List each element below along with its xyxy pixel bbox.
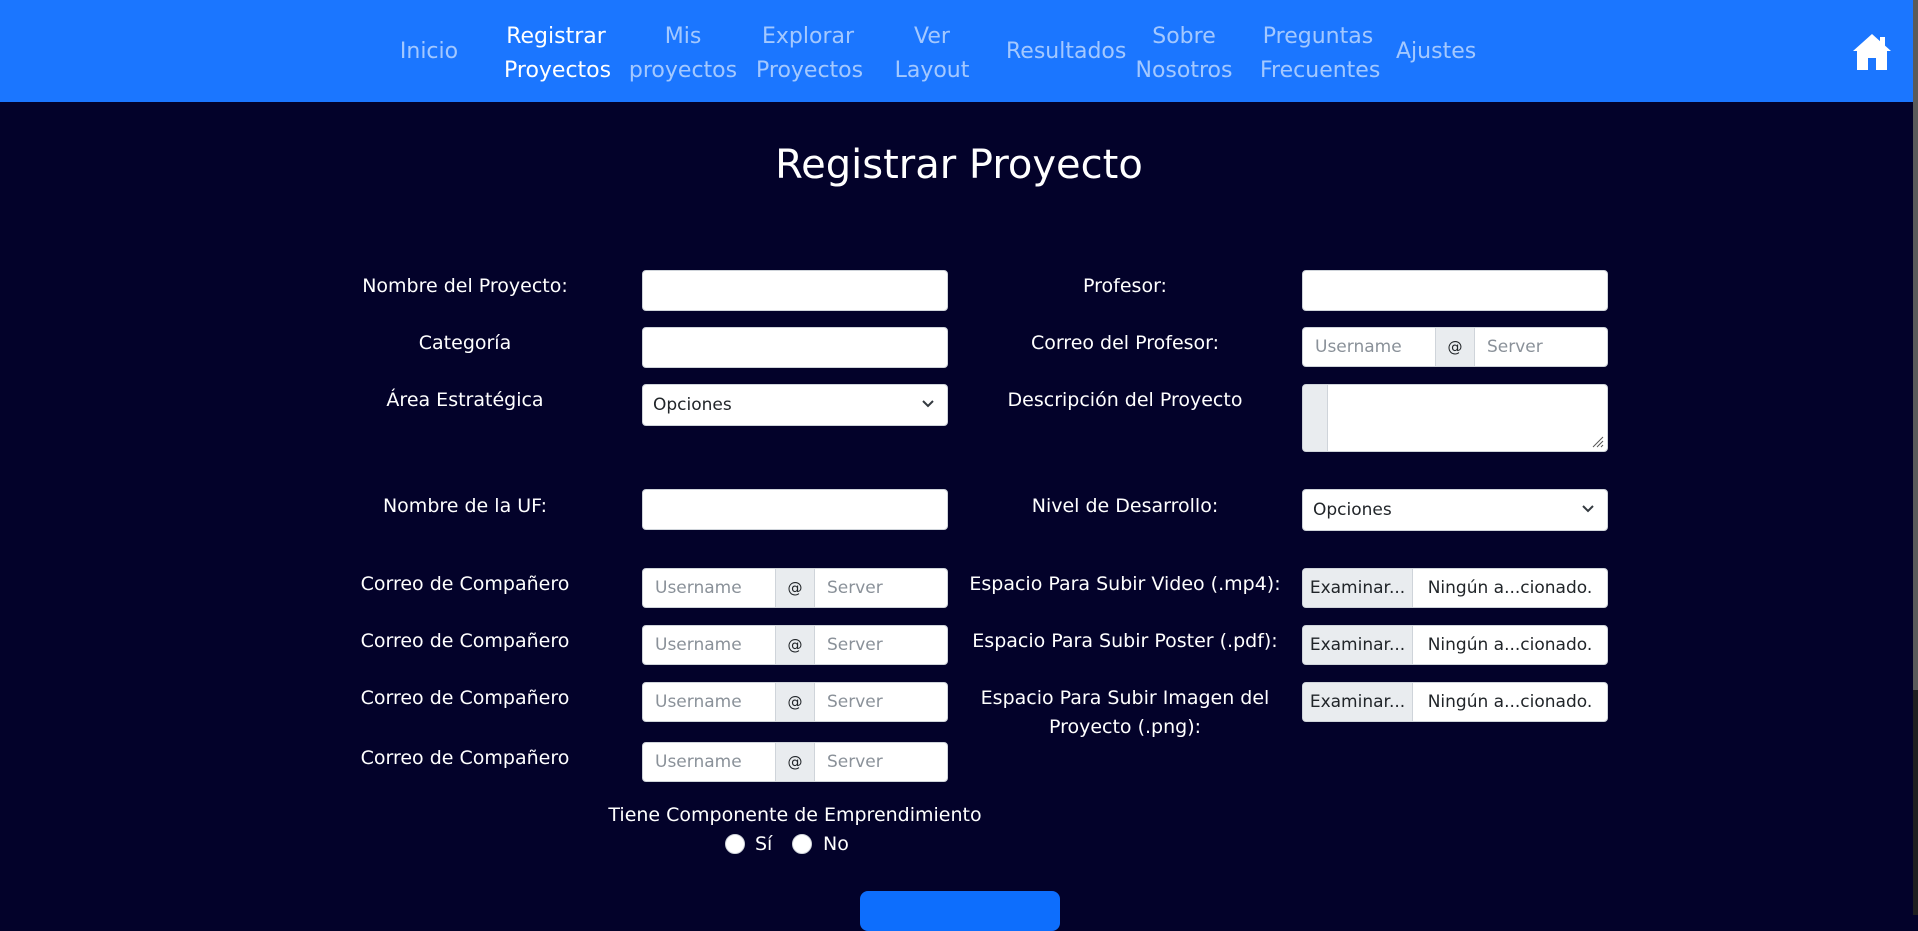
resize-handle-icon[interactable]: [1590, 434, 1604, 448]
poster-upload-input[interactable]: Examinar... Ningún a...cionado.: [1302, 625, 1608, 665]
file-name-text: Ningún a...cionado.: [1427, 635, 1593, 655]
project-name-label: Nombre del Proyecto:: [362, 275, 568, 297]
chevron-down-icon: [922, 400, 934, 408]
image-upload-label-line2: Proyecto (.png):: [1048, 716, 1202, 738]
description-label: Descripción del Proyecto: [1007, 389, 1243, 411]
browse-button[interactable]: Examinar...: [1303, 569, 1413, 607]
teammate-username-input[interactable]: Username: [643, 626, 775, 664]
uf-name-label: Nombre de la UF:: [382, 495, 548, 517]
teammate-email-group: Username @ Server: [642, 625, 948, 665]
nav-item-label: Proyectos: [504, 58, 612, 83]
teammate-server-input[interactable]: Server: [815, 626, 947, 664]
teammate-email-label: Correo de Compañero: [360, 573, 570, 595]
description-addon: [1303, 385, 1328, 451]
nav-item-ajustes[interactable]: Ajustes: [1396, 20, 1476, 84]
teammate-email-label: Correo de Compañero: [360, 630, 570, 652]
uf-name-input[interactable]: [642, 489, 948, 530]
nav-item-label: Layout: [894, 58, 970, 83]
nav-item-label: Proyectos: [756, 58, 864, 83]
at-sign-addon: @: [1435, 328, 1475, 366]
browse-button[interactable]: Examinar...: [1303, 626, 1413, 664]
entrepreneurship-label: Tiene Componente de Emprendimiento: [608, 804, 982, 826]
professor-email-group: Username @ Server: [1302, 327, 1608, 367]
image-upload-label: Espacio Para Subir Imagen del Proyecto (…: [965, 684, 1285, 742]
dev-level-select[interactable]: Opciones: [1302, 489, 1608, 531]
entrepreneurship-yes-radio[interactable]: [725, 834, 745, 854]
description-textarea[interactable]: [1302, 384, 1608, 452]
nav-item-label: Frecuentes: [1260, 58, 1381, 83]
category-input[interactable]: [642, 327, 948, 368]
image-upload-label-line1: Espacio Para Subir Imagen del: [980, 687, 1270, 709]
teammate-email-group: Username @ Server: [642, 742, 948, 782]
professor-input[interactable]: [1302, 270, 1608, 311]
teammate-username-input[interactable]: Username: [643, 569, 775, 607]
nav-item-label: Nosotros: [1135, 58, 1233, 83]
teammate-email-label: Correo de Compañero: [360, 747, 570, 769]
video-upload-label: Espacio Para Subir Video (.mp4):: [965, 570, 1285, 599]
professor-label: Profesor:: [1083, 275, 1167, 297]
submit-button[interactable]: [860, 891, 1060, 931]
nav-item-mis-proyectos[interactable]: Mis proyectos: [628, 20, 738, 84]
nav-item-label: Inicio: [399, 39, 459, 64]
teammate-server-input[interactable]: Server: [815, 569, 947, 607]
nav-item-label: Mis: [664, 24, 702, 49]
strategic-area-label: Área Estratégica: [386, 389, 544, 411]
nav-item-ver-layout[interactable]: Ver Layout: [890, 20, 974, 84]
nav-item-preguntas-frecuentes[interactable]: Preguntas Frecuentes: [1260, 20, 1380, 84]
page-title: Registrar Proyecto: [775, 142, 1143, 188]
professor-email-label: Correo del Profesor:: [1030, 332, 1220, 354]
nav-item-label: Ajustes: [1396, 39, 1477, 64]
chevron-down-icon: [1582, 505, 1594, 513]
nav-item-label: Sobre: [1152, 24, 1216, 49]
teammate-username-input[interactable]: Username: [643, 683, 775, 721]
at-sign-addon: @: [775, 569, 815, 607]
scrollbar-thumb[interactable]: [1913, 0, 1918, 690]
nav-item-sobre-nosotros[interactable]: Sobre Nosotros: [1134, 20, 1234, 84]
category-label: Categoría: [418, 332, 512, 354]
strategic-area-selected-value: Opciones: [653, 395, 732, 415]
file-name-text: Ningún a...cionado.: [1427, 692, 1593, 712]
dev-level-selected-value: Opciones: [1313, 500, 1392, 520]
entrepreneurship-no-radio[interactable]: [792, 834, 812, 854]
professor-username-input[interactable]: Username: [1303, 328, 1435, 366]
at-sign-addon: @: [775, 743, 815, 781]
teammate-server-input[interactable]: Server: [815, 743, 947, 781]
professor-server-input[interactable]: Server: [1475, 328, 1607, 366]
nav-item-resultados[interactable]: Resultados: [1006, 20, 1126, 84]
nav-item-label: Registrar: [506, 24, 606, 49]
project-name-input[interactable]: [642, 270, 948, 311]
nav-item-label: Explorar: [761, 24, 855, 49]
entrepreneurship-no-label: No: [823, 833, 849, 855]
nav-item-label: proyectos: [628, 58, 738, 83]
teammate-username-input[interactable]: Username: [643, 743, 775, 781]
top-navbar: Inicio Registrar Proyectos Mis proyectos…: [0, 0, 1918, 102]
file-name-text: Ningún a...cionado.: [1427, 578, 1593, 598]
poster-upload-label: Espacio Para Subir Poster (.pdf):: [965, 627, 1285, 656]
nav-item-label: Ver: [914, 24, 950, 49]
at-sign-addon: @: [775, 626, 815, 664]
browse-button[interactable]: Examinar...: [1303, 683, 1413, 721]
nav-item-inicio[interactable]: Inicio: [394, 20, 464, 84]
nav-item-label: Resultados: [1006, 39, 1127, 64]
poster-upload-label-text: Espacio Para Subir Poster (.pdf):: [972, 630, 1278, 652]
home-icon[interactable]: [1851, 31, 1893, 73]
video-upload-label-text: Espacio Para Subir Video (.mp4):: [969, 573, 1281, 595]
image-upload-input[interactable]: Examinar... Ningún a...cionado.: [1302, 682, 1608, 722]
teammate-email-group: Username @ Server: [642, 568, 948, 608]
teammate-email-group: Username @ Server: [642, 682, 948, 722]
nav-item-label: Preguntas: [1262, 24, 1374, 49]
video-upload-input[interactable]: Examinar... Ningún a...cionado.: [1302, 568, 1608, 608]
dev-level-label: Nivel de Desarrollo:: [1031, 495, 1219, 517]
nav-item-registrar-proyectos[interactable]: Registrar Proyectos: [504, 20, 611, 84]
strategic-area-select[interactable]: Opciones: [642, 384, 948, 426]
teammate-server-input[interactable]: Server: [815, 683, 947, 721]
nav-item-explorar-proyectos[interactable]: Explorar Proyectos: [756, 20, 863, 84]
entrepreneurship-yes-label: Sí: [755, 833, 773, 855]
teammate-email-label: Correo de Compañero: [360, 687, 570, 709]
at-sign-addon: @: [775, 683, 815, 721]
